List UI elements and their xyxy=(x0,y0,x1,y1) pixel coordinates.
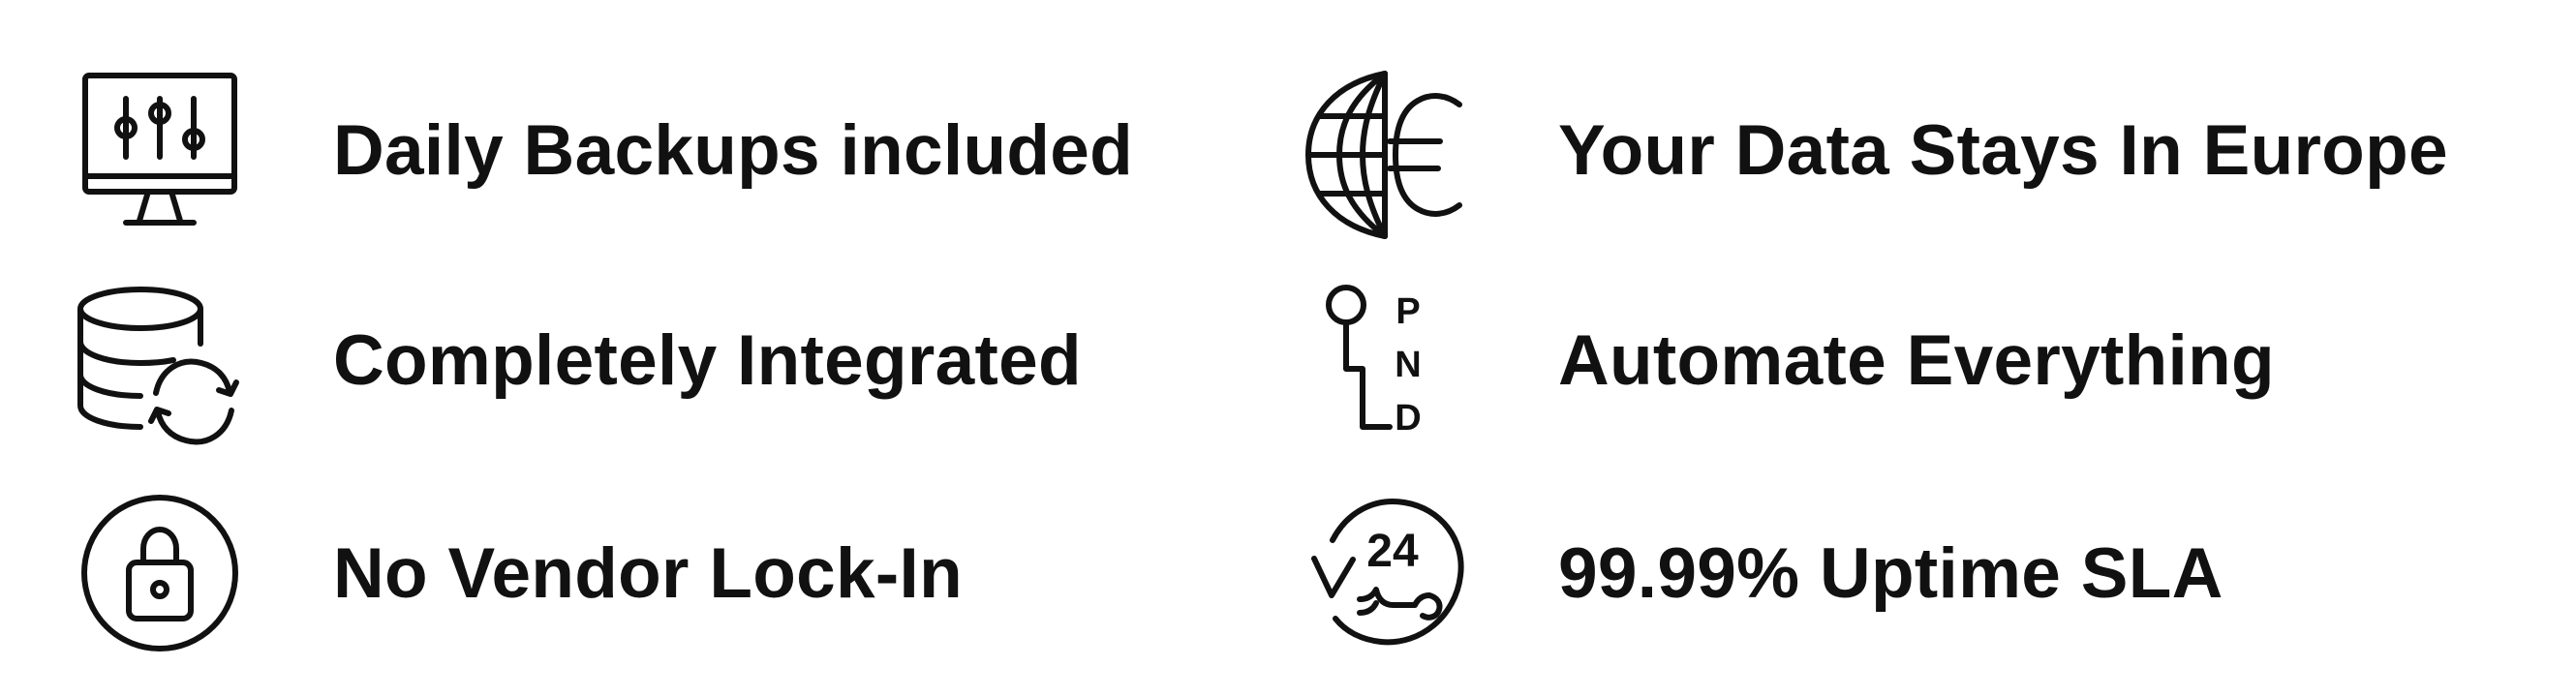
gear-position-letter: N xyxy=(1395,345,1421,385)
feature-completely-integrated: Completely Integrated xyxy=(68,263,1082,457)
feature-label: No Vendor Lock-In xyxy=(333,533,963,613)
support-24-icon: 24 xyxy=(1293,481,1477,665)
support-hours-label: 24 xyxy=(1366,526,1419,577)
feature-label: Automate Everything xyxy=(1558,320,2275,400)
feature-data-europe: Your Data Stays In Europe xyxy=(1293,53,2448,247)
padlock-circle-icon xyxy=(68,481,252,665)
globe-euro-icon xyxy=(1293,58,1477,242)
feature-daily-backups: Daily Backups included xyxy=(68,53,1133,247)
feature-automate-everything: P N D Automate Everything xyxy=(1293,263,2275,457)
feature-uptime-sla: 24 99.99% Uptime SLA xyxy=(1293,476,2223,670)
gear-position-letter: P xyxy=(1395,291,1420,332)
feature-no-vendor-lock-in: No Vendor Lock-In xyxy=(68,476,963,670)
feature-label: Daily Backups included xyxy=(333,110,1134,190)
monitor-sliders-icon xyxy=(68,58,252,242)
database-sync-icon xyxy=(68,268,252,452)
feature-label: Completely Integrated xyxy=(333,320,1082,400)
feature-label: 99.99% Uptime SLA xyxy=(1558,533,2223,613)
feature-label: Your Data Stays In Europe xyxy=(1558,110,2448,190)
pnd-automation-icon: P N D xyxy=(1293,268,1477,452)
gear-position-letter: D xyxy=(1395,398,1421,439)
